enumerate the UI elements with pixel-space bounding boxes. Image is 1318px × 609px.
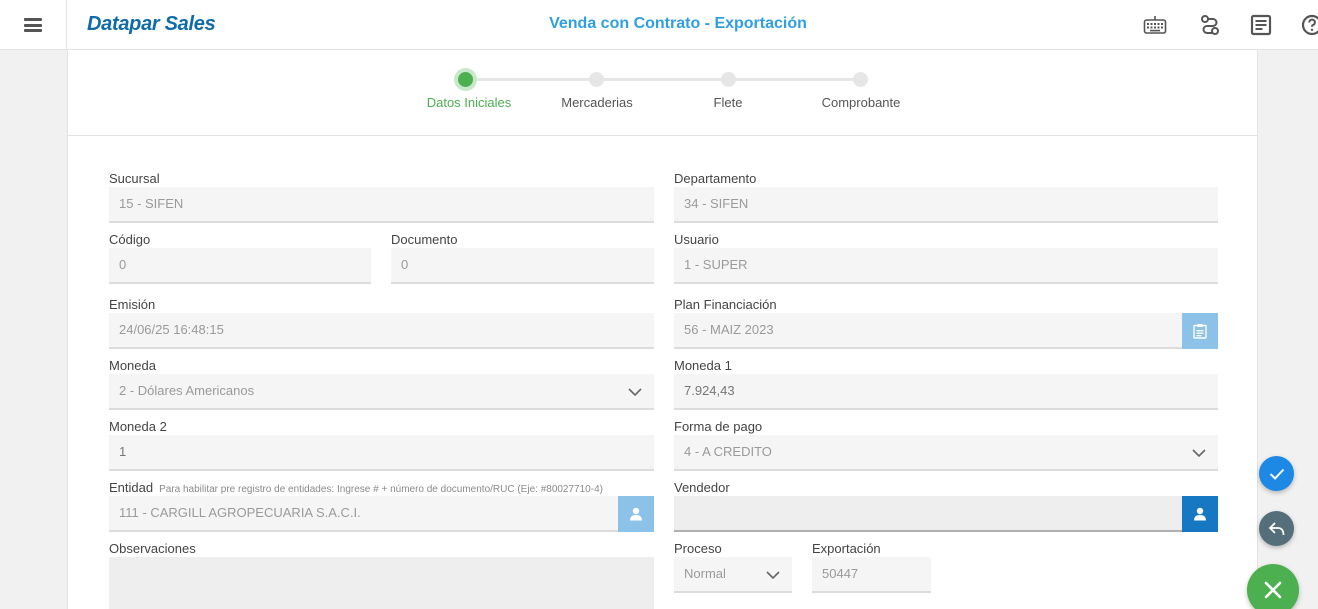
- keyboard-icon[interactable]: [1143, 13, 1167, 37]
- emision-label: Emisión: [109, 297, 156, 312]
- chevron-down-icon: [766, 571, 780, 579]
- entidad-label-text: Entidad: [109, 480, 154, 495]
- sucursal-field[interactable]: 15 - SIFEN: [109, 187, 654, 223]
- forma-pago-select[interactable]: 4 - A CREDITO: [674, 435, 1218, 471]
- moneda-select[interactable]: 2 - Dólares Americanos: [109, 374, 654, 410]
- usuario-field[interactable]: 1 - SUPER: [674, 248, 1218, 284]
- confirm-button[interactable]: [1259, 456, 1294, 491]
- exportacion-label: Exportación: [812, 541, 881, 556]
- check-icon: [1269, 468, 1284, 480]
- moneda2-label: Moneda 2: [109, 419, 167, 434]
- codigo-label: Código: [109, 232, 151, 247]
- codigo-field[interactable]: 0: [109, 248, 371, 284]
- plan-financiacion-field[interactable]: 56 - MAIZ 2023: [674, 313, 1182, 349]
- entidad-label: Entidad Para habilitar pre registro de en…: [109, 480, 603, 495]
- back-button[interactable]: [1259, 511, 1294, 546]
- stepper-track: [466, 78, 860, 81]
- entidad-hint: Para habilitar pre registro de entidades…: [159, 484, 603, 495]
- vendedor-search-button[interactable]: [1182, 496, 1218, 532]
- emision-field[interactable]: 24/06/25 16:48:15: [109, 313, 654, 349]
- close-icon: [1264, 581, 1282, 599]
- step-dot-mercaderias[interactable]: [589, 72, 604, 87]
- route-icon[interactable]: [1198, 13, 1222, 37]
- observaciones-textarea[interactable]: [109, 557, 654, 609]
- forma-pago-dropdown-toggle[interactable]: [1180, 436, 1218, 470]
- departamento-field[interactable]: 34 - SIFEN: [674, 187, 1218, 223]
- user-icon: [1194, 507, 1206, 521]
- moneda1-label: Moneda 1: [674, 358, 732, 373]
- moneda1-field[interactable]: 7.924,43: [674, 374, 1218, 410]
- plan-financiacion-label: Plan Financiación: [674, 297, 777, 312]
- forma-pago-label: Forma de pago: [674, 419, 763, 434]
- help-icon[interactable]: [1300, 13, 1318, 37]
- entidad-search-button[interactable]: [618, 496, 654, 532]
- top-bar: Datapar Sales Venda con Contrato - Expor…: [0, 0, 1318, 50]
- stepper: Datos Iniciales Mercaderias Flete Compro…: [68, 50, 1257, 136]
- proceso-label: Proceso: [674, 541, 722, 556]
- usuario-label: Usuario: [674, 232, 719, 247]
- moneda-label: Moneda: [109, 358, 156, 373]
- step-dot-comprobante[interactable]: [853, 72, 868, 87]
- document-icon[interactable]: [1249, 13, 1273, 37]
- moneda-dropdown-toggle[interactable]: [616, 375, 654, 409]
- exportacion-field[interactable]: 50447: [812, 557, 931, 593]
- observaciones-label: Observaciones: [109, 541, 196, 556]
- close-button[interactable]: [1247, 564, 1299, 609]
- chevron-down-icon: [1192, 449, 1206, 457]
- sucursal-label: Sucursal: [109, 171, 160, 186]
- moneda2-field[interactable]: 1: [109, 435, 654, 471]
- main-panel: Datos Iniciales Mercaderias Flete Compro…: [67, 50, 1258, 609]
- chevron-down-icon: [628, 388, 642, 396]
- step-label-comprobante[interactable]: Comprobante: [781, 95, 941, 110]
- documento-label: Documento: [391, 232, 458, 247]
- vendedor-field[interactable]: [674, 496, 1182, 532]
- user-icon: [630, 507, 642, 521]
- documento-field[interactable]: 0: [391, 248, 654, 284]
- clipboard-icon: [1193, 324, 1207, 339]
- page-title: Venda con Contrato - Exportación: [549, 15, 807, 32]
- entidad-field[interactable]: 111 - CARGILL AGROPECUARIA S.A.C.I.: [109, 496, 618, 532]
- step-dot-datos-iniciales[interactable]: [458, 72, 473, 87]
- plan-financiacion-button[interactable]: [1182, 313, 1218, 349]
- vendedor-label: Vendedor: [674, 480, 730, 495]
- proceso-dropdown-toggle[interactable]: [754, 558, 792, 592]
- step-dot-flete[interactable]: [721, 72, 736, 87]
- departamento-label: Departamento: [674, 171, 757, 186]
- reply-icon: [1268, 521, 1284, 535]
